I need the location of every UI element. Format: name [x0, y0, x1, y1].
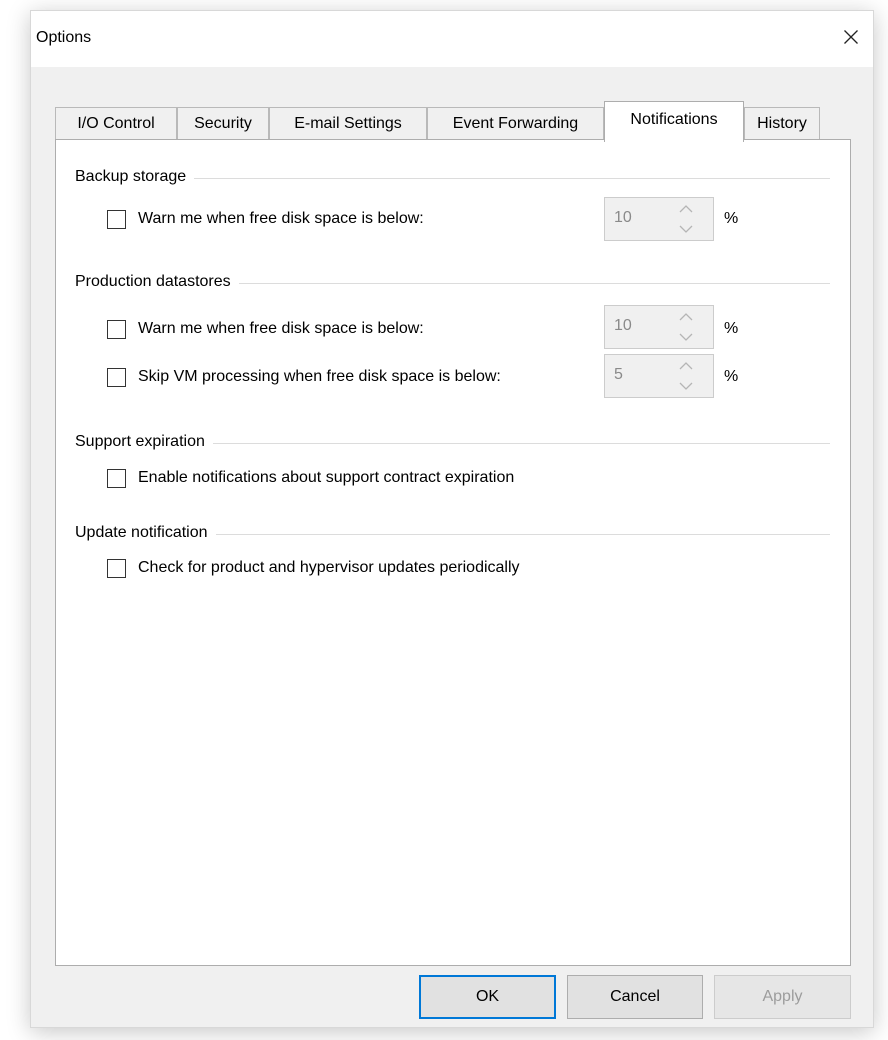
tab-email-settings[interactable]: E-mail Settings [269, 107, 427, 140]
datastore-skip-label: Skip VM processing when free disk space … [138, 368, 501, 385]
chevron-up-icon [679, 205, 693, 213]
tab-io-control[interactable]: I/O Control [55, 107, 177, 140]
stepper-arrows-icon[interactable] [678, 359, 694, 393]
apply-button[interactable]: Apply [714, 975, 851, 1019]
tab-notifications[interactable]: Notifications [604, 101, 744, 142]
percent-unit: % [724, 210, 739, 227]
backup-warn-checkbox[interactable] [107, 209, 126, 229]
group-update-notification: Update notification [75, 522, 830, 544]
group-backup-storage: Backup storage [75, 166, 830, 188]
chevron-down-icon [679, 333, 693, 341]
group-production-datastores: Production datastores [75, 271, 830, 293]
support-enable-checkbox[interactable] [107, 468, 126, 488]
chevron-up-icon [679, 313, 693, 321]
divider [215, 533, 830, 535]
support-enable-label: Enable notifications about support contr… [138, 469, 515, 486]
update-check-row: Check for product and hypervisor updates… [107, 557, 520, 579]
backup-warn-stepper[interactable]: 10 [604, 197, 714, 241]
tab-security[interactable]: Security [177, 107, 269, 140]
window-title: Options [36, 29, 92, 46]
stepper-value: 5 [614, 366, 623, 383]
group-title: Support expiration [75, 433, 205, 450]
group-title: Update notification [75, 524, 208, 541]
options-dialog: Options I/O Control Security E-mail Sett… [30, 10, 874, 1028]
datastore-skip-row: Skip VM processing when free disk space … [107, 366, 501, 388]
close-button[interactable] [837, 23, 865, 51]
datastore-warn-checkbox[interactable] [107, 319, 126, 339]
tab-history[interactable]: History [744, 107, 820, 140]
datastore-warn-stepper[interactable]: 10 [604, 305, 714, 349]
chevron-down-icon [679, 225, 693, 233]
chevron-down-icon [679, 382, 693, 390]
update-check-label: Check for product and hypervisor updates… [138, 559, 520, 576]
divider [194, 177, 830, 179]
update-check-checkbox[interactable] [107, 558, 126, 578]
group-support-expiration: Support expiration [75, 431, 830, 453]
ok-button[interactable]: OK [419, 975, 556, 1019]
percent-unit: % [724, 320, 739, 337]
stepper-value: 10 [614, 317, 632, 334]
backup-warn-row: Warn me when free disk space is below: [107, 208, 424, 230]
stepper-arrows-icon[interactable] [678, 202, 694, 236]
support-enable-row: Enable notifications about support contr… [107, 467, 514, 489]
datastore-warn-label: Warn me when free disk space is below: [138, 320, 424, 337]
close-icon [844, 30, 858, 44]
group-title: Backup storage [75, 168, 187, 185]
chevron-up-icon [679, 362, 693, 370]
tab-event-forwarding[interactable]: Event Forwarding [427, 107, 604, 140]
cancel-button[interactable]: Cancel [567, 975, 703, 1019]
title-bar: Options [31, 11, 873, 67]
stepper-arrows-icon[interactable] [678, 310, 694, 344]
notifications-panel: Backup storage Warn me when free disk sp… [55, 139, 851, 966]
backup-warn-label: Warn me when free disk space is below: [138, 210, 424, 227]
datastore-warn-row: Warn me when free disk space is below: [107, 318, 424, 340]
divider [212, 442, 830, 444]
percent-unit: % [724, 368, 739, 385]
datastore-skip-checkbox[interactable] [107, 367, 126, 387]
datastore-skip-stepper[interactable]: 5 [604, 354, 714, 398]
divider [238, 282, 830, 284]
tab-strip: I/O Control Security E-mail Settings Eve… [55, 101, 845, 142]
group-title: Production datastores [75, 273, 231, 290]
stepper-value: 10 [614, 209, 632, 226]
